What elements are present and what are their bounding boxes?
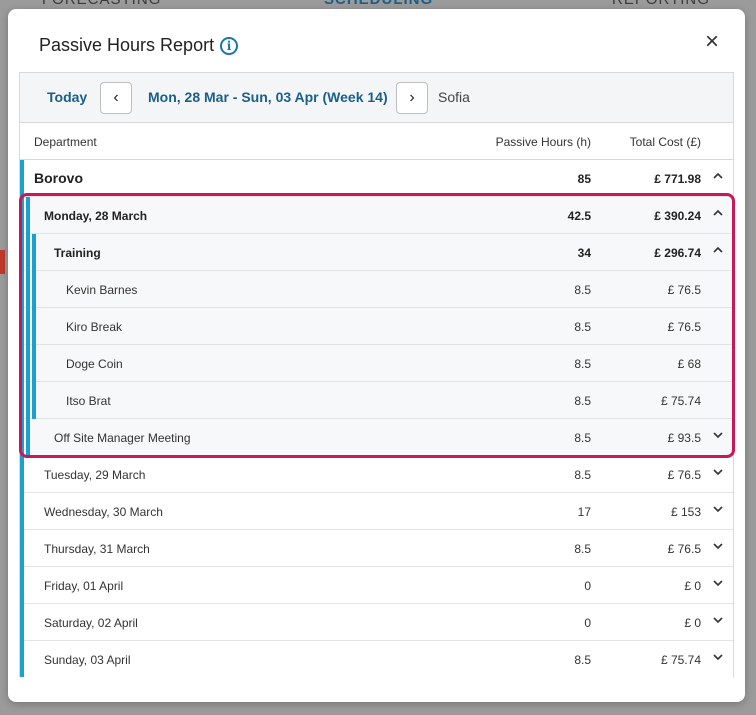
row-cost: £ 153 (670, 505, 701, 519)
employee-row: Itso Brat 8.5 £ 75.74 (20, 382, 733, 419)
department-row[interactable]: Borovo 85 £ 771.98 (20, 160, 733, 197)
day-row-tuesday[interactable]: Tuesday, 29 March 8.5 £ 76.5 (20, 456, 733, 493)
day-accent-bar (26, 197, 30, 456)
report-panel: Today ‹ Mon, 28 Mar - Sun, 03 Apr (Week … (19, 72, 734, 678)
passive-hours-report-modal: Passive Hours Report i × Today ‹ Mon, 28… (8, 9, 745, 702)
previous-week-button[interactable]: ‹ (100, 82, 132, 114)
row-hours: 8.5 (574, 320, 591, 334)
row-cost: £ 76.5 (667, 542, 701, 556)
today-button[interactable]: Today (47, 89, 87, 105)
employee-row: Kevin Barnes 8.5 £ 76.5 (20, 271, 733, 308)
row-hours: 17 (577, 505, 591, 519)
employee-name: Itso Brat (66, 394, 111, 408)
row-hours: 8.5 (574, 542, 591, 556)
week-range-picker[interactable]: Mon, 28 Mar - Sun, 03 Apr (Week 14) (148, 89, 388, 105)
row-cost: £ 771.98 (654, 172, 701, 186)
row-cost: £ 93.5 (667, 431, 701, 445)
chevron-down-icon[interactable] (711, 539, 725, 553)
row-cost: £ 76.5 (667, 468, 701, 482)
chevron-up-icon[interactable] (711, 206, 725, 220)
row-cost: £ 0 (684, 616, 701, 630)
table-header: Department Passive Hours (h) Total Cost … (20, 123, 733, 160)
background-marker (0, 250, 5, 274)
row-hours: 0 (584, 616, 591, 630)
chevron-down-icon[interactable] (711, 613, 725, 627)
row-hours: 8.5 (574, 283, 591, 297)
row-label: Borovo (34, 170, 83, 186)
next-week-button[interactable]: › (396, 82, 428, 114)
chevron-up-icon[interactable] (711, 243, 725, 257)
row-cost: £ 76.5 (667, 320, 701, 334)
employee-name: Kevin Barnes (66, 283, 138, 297)
row-label: Friday, 01 April (44, 579, 124, 593)
date-toolbar: Today ‹ Mon, 28 Mar - Sun, 03 Apr (Week … (20, 73, 733, 123)
chevron-down-icon[interactable] (711, 650, 725, 664)
row-cost: £ 75.74 (660, 653, 701, 667)
row-cost: £ 75.74 (660, 394, 701, 408)
chevron-left-icon: ‹ (113, 89, 119, 106)
row-label: Off Site Manager Meeting (54, 431, 191, 445)
activity-row-off-site-manager-meeting[interactable]: Off Site Manager Meeting 8.5 £ 93.5 (20, 419, 733, 456)
row-hours: 8.5 (574, 468, 591, 482)
chevron-up-icon[interactable] (711, 169, 725, 183)
row-hours: 0 (584, 579, 591, 593)
day-row-saturday[interactable]: Saturday, 02 April 0 £ 0 (20, 604, 733, 641)
row-hours: 8.5 (574, 653, 591, 667)
department-accent-bar (20, 160, 24, 677)
column-header-department: Department (34, 135, 97, 149)
row-label: Tuesday, 29 March (44, 468, 146, 482)
row-hours: 8.5 (574, 394, 591, 408)
info-icon[interactable]: i (220, 37, 238, 55)
day-row-thursday[interactable]: Thursday, 31 March 8.5 £ 76.5 (20, 530, 733, 567)
row-label: Saturday, 02 April (44, 616, 138, 630)
chevron-down-icon[interactable] (711, 428, 725, 442)
employee-name: Kiro Break (66, 320, 123, 334)
row-label: Sunday, 03 April (44, 653, 131, 667)
row-hours: 42.5 (567, 209, 591, 223)
row-hours: 85 (577, 172, 591, 186)
row-hours: 8.5 (574, 431, 591, 445)
activity-accent-bar (32, 234, 36, 419)
row-hours: 34 (577, 246, 591, 260)
modal-title: Passive Hours Report (39, 35, 215, 55)
day-row-friday[interactable]: Friday, 01 April 0 £ 0 (20, 567, 733, 604)
day-row-wednesday[interactable]: Wednesday, 30 March 17 £ 153 (20, 493, 733, 530)
row-label: Monday, 28 March (44, 209, 148, 223)
day-row-monday[interactable]: Monday, 28 March 42.5 £ 390.24 (20, 197, 733, 234)
day-row-sunday[interactable]: Sunday, 03 April 8.5 £ 75.74 (20, 641, 733, 678)
employee-row: Kiro Break 8.5 £ 76.5 (20, 308, 733, 345)
chevron-right-icon: › (409, 89, 415, 106)
location-label: Sofia (438, 89, 470, 105)
row-cost: £ 390.24 (654, 209, 701, 223)
employee-row: Doge Coin 8.5 £ 68 (20, 345, 733, 382)
column-header-passive-hours: Passive Hours (h) (495, 135, 591, 149)
row-cost: £ 0 (684, 579, 701, 593)
employee-name: Doge Coin (66, 357, 123, 371)
activity-row-training[interactable]: Training 34 £ 296.74 (20, 234, 733, 271)
row-label: Thursday, 31 March (44, 542, 150, 556)
row-hours: 8.5 (574, 357, 591, 371)
chevron-down-icon[interactable] (711, 465, 725, 479)
row-cost: £ 296.74 (654, 246, 701, 260)
row-label: Wednesday, 30 March (44, 505, 163, 519)
column-header-total-cost: Total Cost (£) (629, 135, 701, 149)
row-cost: £ 68 (677, 357, 701, 371)
close-button[interactable]: × (702, 30, 722, 54)
chevron-down-icon[interactable] (711, 576, 725, 590)
row-cost: £ 76.5 (667, 283, 701, 297)
row-label: Training (54, 246, 101, 260)
chevron-down-icon[interactable] (711, 502, 725, 516)
